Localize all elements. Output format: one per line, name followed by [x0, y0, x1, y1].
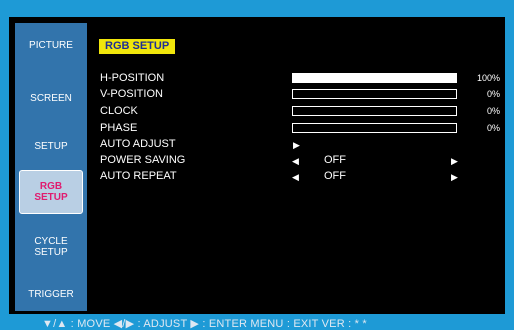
sidebar-item-trigger[interactable]: TRIGGER	[15, 289, 87, 300]
sidebar-item-cycle-setup[interactable]: CYCLE SETUP	[15, 236, 87, 258]
phase-value: 0%	[486, 123, 500, 133]
v-position-bar[interactable]	[292, 89, 457, 99]
menu-item-phase[interactable]: PHASE	[100, 122, 137, 135]
sidebar-item-picture[interactable]: PICTURE	[15, 40, 87, 51]
main-panel	[90, 23, 500, 311]
phase-bar[interactable]	[292, 123, 457, 133]
h-position-bar[interactable]	[292, 73, 457, 83]
menu-item-clock[interactable]: CLOCK	[100, 105, 138, 118]
sidebar-item-rgb-setup[interactable]: RGB SETUP	[19, 170, 83, 214]
left-arrow-icon[interactable]: ◀	[292, 171, 299, 183]
left-arrow-icon[interactable]: ◀	[292, 155, 299, 167]
sidebar-item-label: CYCLE	[34, 236, 68, 247]
clock-value: 0%	[486, 106, 500, 116]
auto-repeat-value: OFF	[324, 170, 346, 182]
menu-item-power-saving[interactable]: POWER SAVING	[100, 154, 185, 167]
menu-item-v-position[interactable]: V-POSITION	[100, 88, 163, 101]
key-hint: ▼/▲ : MOVE ◀/▶ : ADJUST ▶ : ENTER MENU :…	[42, 318, 367, 330]
page-title: RGB SETUP	[99, 39, 176, 54]
menu-item-auto-adjust[interactable]: AUTO ADJUST	[100, 138, 176, 151]
sidebar-item-label: SETUP	[34, 192, 68, 203]
sidebar: PICTURE SCREEN SETUP RGB SETUP CYCLE SET…	[15, 23, 87, 311]
h-position-value: 100%	[476, 73, 500, 83]
sidebar-item-label: SETUP	[34, 247, 68, 258]
h-position-bar-fill	[293, 74, 456, 82]
sidebar-item-setup[interactable]: SETUP	[15, 141, 87, 152]
v-position-value: 0%	[486, 89, 500, 99]
right-arrow-icon[interactable]: ▶	[451, 155, 458, 167]
enter-arrow-icon[interactable]: ▶	[293, 139, 300, 151]
menu-item-h-position[interactable]: H-POSITION	[100, 72, 164, 85]
sidebar-item-label: RGB	[39, 181, 63, 192]
clock-bar[interactable]	[292, 106, 457, 116]
power-saving-value: OFF	[324, 154, 346, 166]
menu-item-auto-repeat[interactable]: AUTO REPEAT	[100, 170, 177, 183]
sidebar-item-screen[interactable]: SCREEN	[15, 93, 87, 104]
right-arrow-icon[interactable]: ▶	[451, 171, 458, 183]
